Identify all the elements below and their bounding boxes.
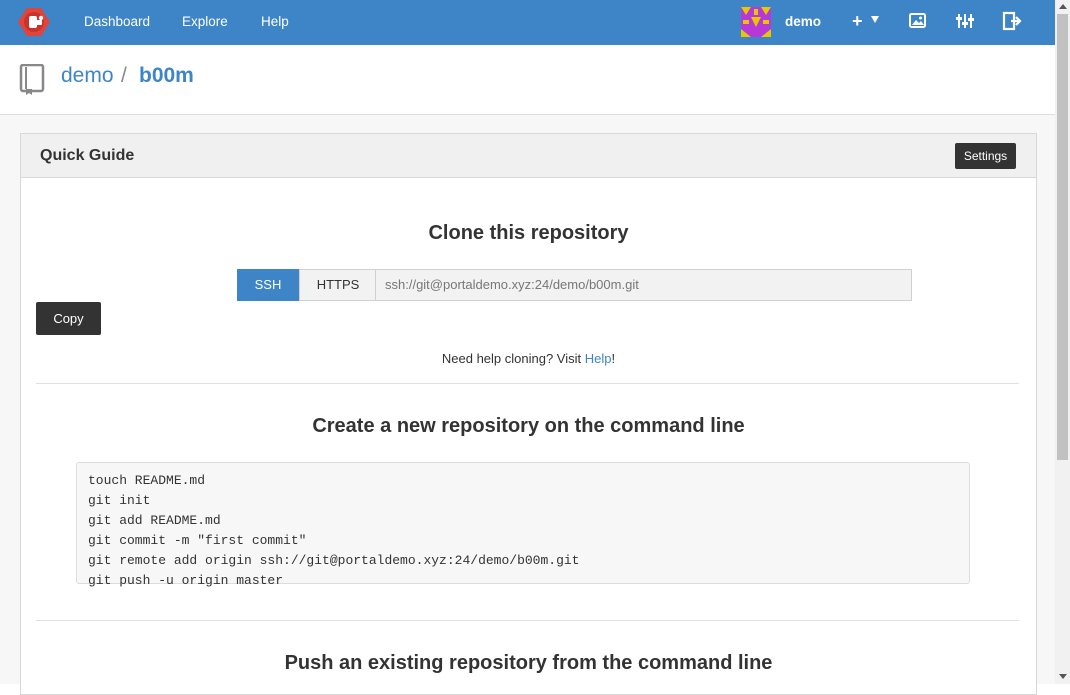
- caret-down-icon[interactable]: [871, 16, 879, 23]
- clone-help-text: Need help cloning? Visit Help!: [21, 351, 1036, 366]
- clone-help-prefix: Need help cloning? Visit: [441, 351, 585, 366]
- quick-guide-panel: Quick Guide Settings Clone this reposito…: [20, 133, 1037, 695]
- sign-out-icon[interactable]: [1002, 10, 1022, 32]
- page-scrollbar[interactable]: [1055, 0, 1070, 684]
- breadcrumb-repo-link[interactable]: b00m: [139, 64, 194, 88]
- scrollbar-thumb[interactable]: [1057, 14, 1068, 460]
- nav-dashboard-link[interactable]: Dashboard: [84, 0, 150, 45]
- clone-url-field[interactable]: [375, 269, 912, 301]
- push-section-title: Push an existing repository from the com…: [284, 652, 773, 674]
- clone-section-title: Clone this repository: [428, 222, 629, 244]
- copy-button[interactable]: Copy: [36, 302, 101, 335]
- ssh-toggle-button[interactable]: SSH: [237, 269, 299, 301]
- section-divider: [36, 620, 1019, 621]
- code-line: touch README.md: [88, 473, 206, 488]
- breadcrumb-owner-link[interactable]: demo: [61, 64, 114, 88]
- code-line: git push -u origin master: [88, 573, 284, 588]
- clone-help-suffix: !: [611, 351, 616, 366]
- panel-title: Quick Guide: [40, 147, 135, 164]
- clone-help-link[interactable]: Help: [585, 351, 612, 366]
- user-avatar[interactable]: [741, 7, 771, 37]
- top-navbar: Dashboard Explore Help demo +: [0, 0, 1055, 45]
- code-line: git commit -m "first commit": [88, 533, 307, 548]
- section-divider: [36, 383, 1019, 384]
- plus-icon[interactable]: +: [852, 10, 863, 32]
- nav-explore-link[interactable]: Explore: [182, 0, 228, 45]
- code-line: git add README.md: [88, 513, 221, 528]
- scroll-up-arrow-icon[interactable]: [1059, 4, 1067, 9]
- settings-button[interactable]: Settings: [955, 143, 1016, 169]
- repo-header: demo / b00m: [0, 45, 1055, 115]
- repo-book-icon: [19, 64, 45, 95]
- gogs-logo-icon[interactable]: [17, 6, 51, 38]
- breadcrumb-separator: /: [121, 64, 127, 87]
- settings-sliders-icon[interactable]: [955, 10, 975, 32]
- code-line: git remote add origin ssh://git@portalde…: [88, 553, 580, 568]
- user-name[interactable]: demo: [785, 0, 821, 44]
- scroll-down-arrow-icon[interactable]: [1059, 674, 1067, 679]
- https-toggle-button[interactable]: HTTPS: [299, 269, 377, 301]
- panel-header: Quick Guide Settings: [21, 134, 1036, 178]
- image-icon[interactable]: [908, 10, 928, 32]
- nav-help-link[interactable]: Help: [261, 0, 289, 45]
- create-code-block: touch README.md git init git add README.…: [76, 462, 970, 588]
- code-line: git init: [88, 493, 151, 508]
- create-section-title: Create a new repository on the command l…: [312, 415, 745, 437]
- main-content: Quick Guide Settings Clone this reposito…: [0, 115, 1055, 695]
